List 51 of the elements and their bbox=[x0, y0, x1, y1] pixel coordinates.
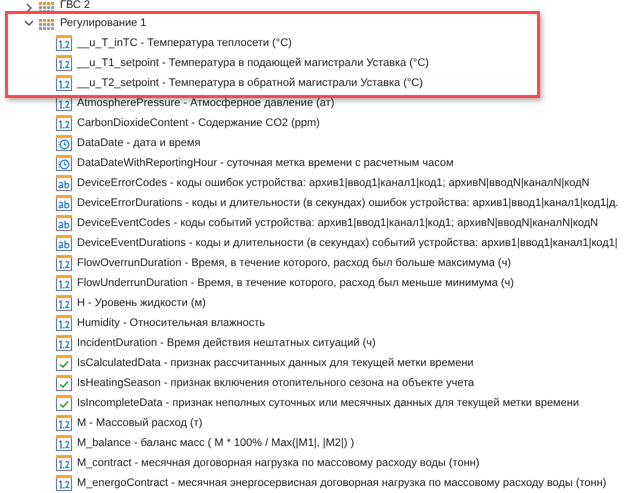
tree-item[interactable]: AtmospherePressure - Атмосферное давление (ат) bbox=[77, 95, 334, 111]
text-type-icon bbox=[56, 175, 72, 191]
tree-item[interactable]: M_contract - месячная договорная нагрузка по массовому расходу воды (тонн) bbox=[77, 455, 480, 471]
number-type-icon bbox=[56, 75, 72, 91]
tree-item[interactable]: IsHeatingSeason - признак включения отопительного сезона на объекте учета bbox=[77, 375, 474, 391]
tree-item[interactable]: M_balance - баланс масс ( M * 100% / Max(|M1|, |M2|) ) bbox=[77, 435, 354, 451]
tree-item[interactable]: DataDate - дата и время bbox=[77, 135, 200, 151]
tree-item[interactable]: FlowOverrunDuration - Время, в течение которого, расход был больше максимума (ч) bbox=[77, 255, 511, 271]
tree-item[interactable]: CarbonDioxideContent - Содержание CO2 (ppm) bbox=[77, 115, 320, 131]
number-type-icon bbox=[56, 455, 72, 471]
number-type-icon bbox=[56, 335, 72, 351]
tree-item[interactable]: __u_T_inTC - Температура теплосети (°C) bbox=[77, 35, 292, 51]
tree-item[interactable]: IsCalculatedData - признак рассчитанных данных для текущей метки времени bbox=[77, 355, 474, 371]
text-type-icon bbox=[56, 195, 72, 211]
tree-item[interactable]: Humidity - Относительная влажность bbox=[77, 315, 265, 331]
number-type-icon bbox=[56, 55, 72, 71]
tree-item[interactable]: H - Уровень жидкости (м) bbox=[77, 295, 206, 311]
number-type-icon bbox=[56, 255, 72, 271]
tree-item[interactable]: __u_T2_setpoint - Температура в обратной магистрали Уставка (°C) bbox=[77, 75, 423, 91]
text-type-icon bbox=[56, 215, 72, 231]
tree-item[interactable]: FlowUnderrunDuration - Время, в течение которого, расход был меньше минимума (ч) bbox=[77, 275, 514, 291]
tree-item[interactable]: __u_T1_setpoint - Температура в подающей магистрали Уставка (°C) bbox=[77, 55, 429, 71]
table-icon bbox=[39, 16, 54, 30]
number-type-icon bbox=[56, 275, 72, 291]
checkmark-icon bbox=[56, 375, 72, 391]
tree-item[interactable]: DataDateWithReportingHour - суточная метка времени с расчетным часом bbox=[77, 155, 454, 171]
tree-item[interactable]: Регулирование 1 bbox=[60, 15, 146, 31]
tree-item[interactable]: M_energoContract - месячная энергосервисная договорная нагрузка по массовому расходу воды (тонн) bbox=[77, 475, 606, 491]
tree-item[interactable]: DeviceEventDurations - коды и длительности (в секундах) событий устройства: архив1|ввод1|канал1|код1| bbox=[77, 235, 618, 251]
checkmark-icon bbox=[56, 355, 72, 371]
tree-item[interactable]: IncidentDuration - Время действия нештатных ситуаций (ч) bbox=[77, 335, 376, 351]
number-type-icon bbox=[56, 115, 72, 131]
number-type-icon bbox=[56, 415, 72, 431]
table-icon bbox=[39, 0, 54, 13]
number-type-icon bbox=[56, 475, 72, 491]
expand-chevron-icon[interactable] bbox=[24, 3, 34, 13]
number-type-icon bbox=[56, 435, 72, 451]
tree-item[interactable]: DeviceEventCodes - коды событий устройства: архив1|ввод1|канал1|код1; архивN|вводN|каналN|кодN bbox=[77, 215, 598, 231]
number-type-icon bbox=[56, 295, 72, 311]
number-type-icon bbox=[56, 35, 72, 51]
collapse-chevron-icon[interactable] bbox=[24, 18, 34, 28]
tree-item[interactable]: IsIncompleteData - признак неполных суточных или месячных данных для текущей метки времени bbox=[77, 395, 579, 411]
tree-item[interactable]: DeviceErrorCodes - коды ошибок устройства: архив1|ввод1|канал1|код1; архивN|вводN|каналN|кодN bbox=[77, 175, 590, 191]
number-type-icon bbox=[56, 315, 72, 331]
checkmark-icon bbox=[56, 395, 72, 411]
tree-item[interactable]: M - Массовый расход (т) bbox=[77, 415, 202, 431]
text-type-icon bbox=[56, 235, 72, 251]
clock-icon bbox=[56, 135, 72, 151]
tree-item[interactable]: DeviceErrorDurations - коды и длительности (в секундах) ошибок устройства: архив1|ввод1|канал1|код1|д. bbox=[77, 195, 618, 211]
tree-item[interactable]: ГВС 2 bbox=[60, 0, 90, 13]
clock-icon bbox=[56, 155, 72, 171]
